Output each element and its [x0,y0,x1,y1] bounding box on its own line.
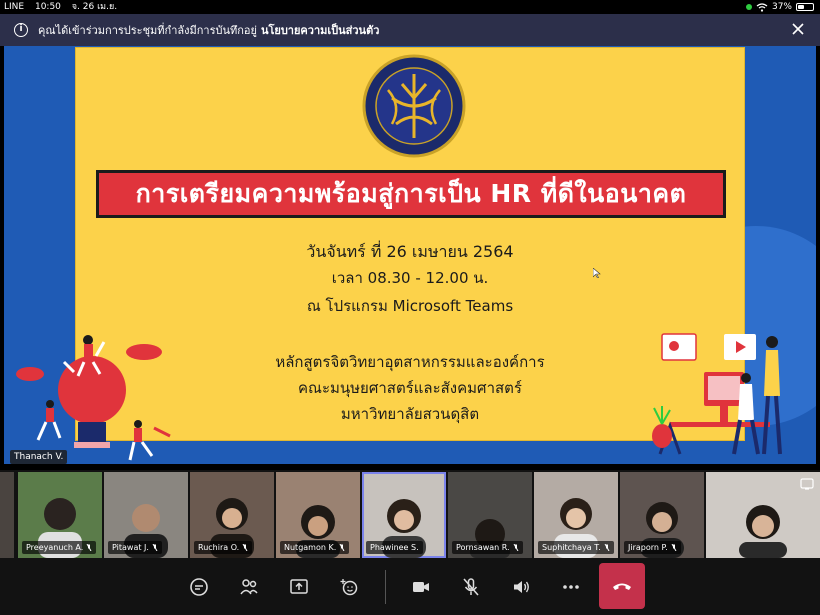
more-options-button[interactable] [556,572,586,602]
self-video [739,505,787,558]
chat-button[interactable] [184,572,214,602]
participant-tile[interactable]: Nutgamon K. [276,472,360,558]
participant-tile-active-speaker[interactable]: Phawinee S. [362,472,446,558]
mic-off-icon [463,578,479,596]
participant-name: Nutgamon K. [280,541,350,554]
battery-icon [796,3,814,11]
mic-muted-icon [671,544,677,551]
participant-strip: Preeyanuch A. Pitawat J. Ruchira O. Nutg… [0,470,820,560]
battery-percent: 37% [771,2,792,12]
mic-muted-icon [604,544,610,551]
self-view-tile[interactable] [706,472,820,558]
slide-title: การเตรียมความพร้อมสู่การเป็น HR ที่ดีในอ… [135,179,687,208]
mic-muted-icon [513,544,519,551]
hang-up-icon [613,583,631,590]
microphone-button[interactable] [456,572,486,602]
participant-name: Preeyanuch A. [22,541,97,554]
status-app-back[interactable]: LINE [4,2,24,12]
people-icon [240,579,258,595]
shared-screen: การเตรียมความพร้อมสู่การเป็น HR ที่ดีในอ… [4,46,816,464]
reactions-button[interactable] [334,572,364,602]
close-icon[interactable] [790,21,806,37]
presenter-name-tag: Thanach V. [10,450,68,464]
participant-name: Pitawat J. [108,541,162,554]
camera-button[interactable] [406,572,436,602]
hang-up-button[interactable] [599,563,645,609]
speaker-button[interactable] [506,572,536,602]
recording-notice: i คุณได้เข้าร่วมการประชุมที่กำลังมีการบั… [0,14,820,46]
status-right: 37% [745,0,814,14]
participant-tile[interactable]: Preeyanuch A. [18,472,102,558]
participant-name: Ruchira O. [194,541,253,554]
participant-tile[interactable]: Ruchira O. [190,472,274,558]
participant-tile[interactable]: Pitawat J. [104,472,188,558]
participant-tile[interactable]: Suphitchaya T. [534,472,618,558]
more-icon [563,585,579,589]
university-seal-logo [362,54,466,158]
camera-indicator-icon [745,4,752,10]
status-left: LINE 10:50 จ. 26 เม.ย. [4,0,125,14]
mic-muted-icon [86,544,92,551]
meeting-toolbar [0,560,820,615]
workspace-illustration [652,333,782,455]
participant-tile-partial[interactable] [0,472,14,558]
participant-tile[interactable]: Jiraporn P. [620,472,704,558]
mic-muted-icon [339,544,345,551]
mouse-cursor-icon [593,268,601,278]
speaker-icon [514,581,529,593]
share-screen-button[interactable] [284,572,314,602]
lightbulb-illustration [16,335,171,461]
status-bar: LINE 10:50 จ. 26 เม.ย. 37% [0,0,820,14]
participant-name: Suphitchaya T. [538,541,614,554]
participant-name: Pornsawan R. [452,541,523,554]
slide-venue: ณ โปรแกรม Microsoft Teams [306,297,514,315]
participant-name: Phawinee S. [366,541,423,554]
switch-camera-icon[interactable] [800,478,814,490]
info-icon: i [14,23,28,37]
participants-button[interactable] [234,572,264,602]
toolbar-divider [385,570,386,604]
camera-icon [413,582,429,592]
reactions-icon [340,579,358,596]
status-time: 10:50 [34,2,61,12]
mic-muted-icon [242,544,248,551]
privacy-policy-link[interactable]: นโยบายความเป็นส่วนตัว [261,21,379,39]
recording-notice-text: คุณได้เข้าร่วมการประชุมที่กำลังมีการบันท… [38,24,257,37]
slide-date: วันจันทร์ ที่ 26 เมษายน 2564 [306,242,514,261]
status-date: จ. 26 เม.ย. [71,2,118,12]
chat-icon [190,578,208,596]
slide-title-box: การเตรียมความพร้อมสู่การเป็น HR ที่ดีในอ… [96,170,726,218]
mic-muted-icon [152,544,158,551]
wifi-icon [756,2,768,12]
share-screen-icon [290,579,308,594]
participant-name: Jiraporn P. [624,541,681,554]
participant-tile[interactable]: Pornsawan R. [448,472,532,558]
slide-time: เวลา 08.30 - 12.00 น. [331,269,489,287]
